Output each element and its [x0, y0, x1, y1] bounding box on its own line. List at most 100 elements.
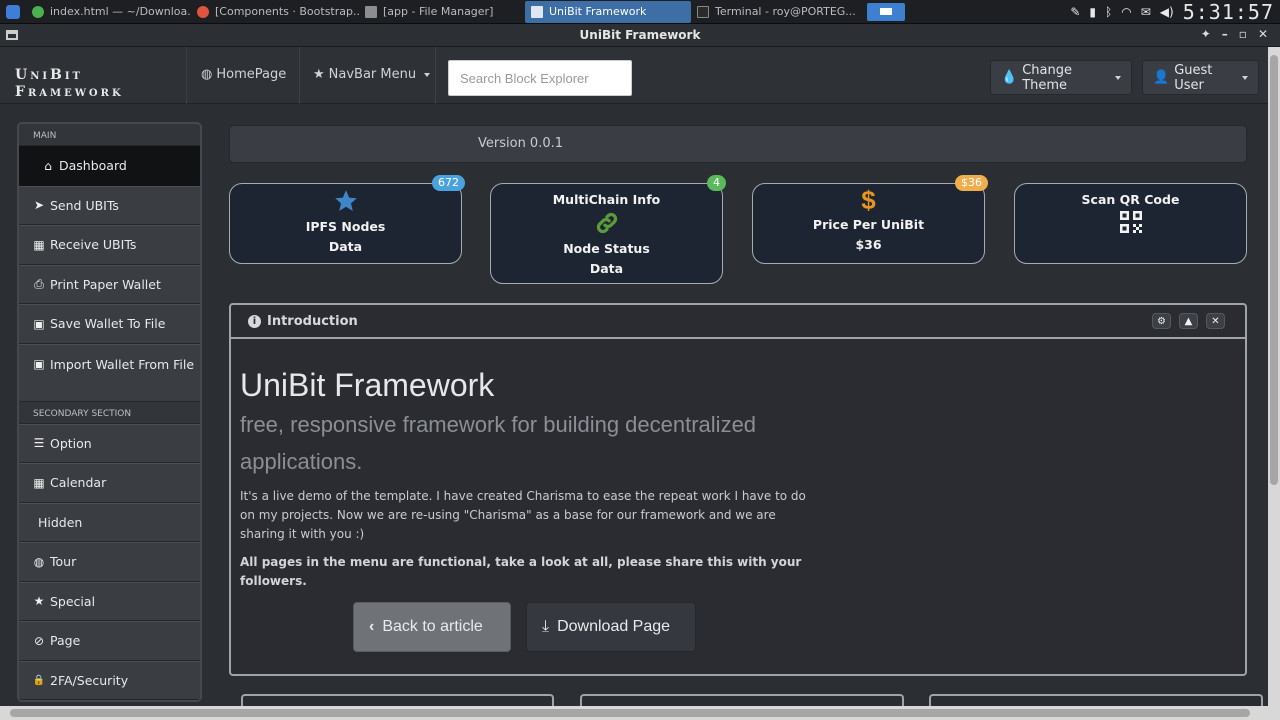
navbar-menu-dropdown[interactable]: ★ NavBar Menu [313, 67, 431, 82]
sidebar-item-receive-ubits[interactable]: ▦ Receive UBITs [19, 225, 200, 265]
distro-logo-icon [6, 4, 20, 19]
sidebar: MAIN ⌂ Dashboard ➤ Send UBITs ▦ Receive UBI… [17, 122, 202, 702]
horizontal-scrollbar[interactable] [0, 706, 1268, 720]
star-icon: ★ [313, 67, 325, 82]
user-icon: 👤 [1153, 70, 1170, 85]
settings-icon[interactable]: ⚙ [1152, 313, 1171, 329]
card-ipfs-nodes[interactable]: 672 IPFS Nodes Data [229, 175, 465, 264]
tint-icon: 💧 [1001, 70, 1018, 85]
sidebar-item-send-ubits[interactable]: ➤ Send UBITs [19, 185, 200, 225]
taskbar-task-terminal[interactable]: Terminal - roy@PORTEG... [691, 1, 861, 23]
card-price-per-unibit[interactable]: $36 $ Price Per UniBit $36 [752, 175, 988, 264]
terminal-icon [697, 5, 709, 18]
globe-icon: ◍ [33, 554, 45, 569]
back-to-article-button[interactable]: ‹ Back to article [353, 602, 511, 652]
close-icon[interactable]: ✕ [1206, 313, 1225, 329]
card-multichain-info[interactable]: 4 MultiChain Info Node Status Data [490, 175, 726, 284]
sidebar-item-dashboard[interactable]: ⌂ Dashboard [19, 146, 200, 186]
sidebar-header-secondary: SECONDARY SECTION [19, 401, 200, 424]
notes-icon[interactable]: ✎ [1070, 5, 1080, 19]
sidebar-header-main: MAIN [19, 124, 200, 146]
volume-icon[interactable]: ◀) [1160, 5, 1174, 19]
sidebar-item-tour[interactable]: ◍ Tour [19, 542, 200, 582]
bluetooth-icon[interactable]: ᛒ [1105, 5, 1112, 19]
window-menu-icon[interactable] [6, 30, 18, 40]
sidebar-item-2fa-security[interactable]: 🔒 2FA/Security [19, 660, 200, 700]
calendar-icon: ▦ [33, 475, 45, 490]
download-icon: ⤓ [542, 618, 550, 635]
caret-down-icon [424, 72, 431, 77]
clock[interactable]: 5:31:57 [1183, 0, 1274, 24]
scrollbar-thumb[interactable] [10, 709, 1250, 717]
wifi-icon[interactable]: ◠ [1121, 5, 1131, 19]
minimize-button[interactable]: – [1222, 27, 1228, 41]
globe-icon: ◍ [201, 67, 213, 82]
send-icon: ➤ [33, 198, 45, 213]
version-bar: Version 0.0.1 [229, 125, 1247, 163]
guest-user-button[interactable]: 👤 Guest User [1142, 60, 1259, 95]
download-page-button[interactable]: ⤓ Download Page [526, 602, 696, 652]
sidebar-item-hidden[interactable]: Hidden [19, 502, 200, 542]
star-icon: ★ [33, 594, 45, 609]
caret-down-icon [1115, 75, 1121, 80]
intro-bold-paragraph: All pages in the menu are functional, ta… [240, 555, 802, 588]
taskbar-task-unibit[interactable]: UniBit Framework [525, 0, 691, 23]
taskbar-task-editor[interactable]: index.html — ~/Downloa... [26, 1, 191, 23]
brand-logo[interactable]: UniBit Framework [15, 67, 124, 101]
taskbar-task-file-manager[interactable]: [app - File Manager] [359, 1, 525, 23]
qr-code-icon: ▦ [33, 237, 45, 252]
battery-icon[interactable]: ▮ [1089, 5, 1096, 19]
editor-icon [32, 5, 44, 18]
folder-icon [365, 5, 377, 18]
dollar-icon: $ [861, 185, 876, 215]
sidebar-item-option[interactable]: ☰ Option [19, 423, 200, 463]
divider [186, 47, 187, 104]
scrollbar-thumb[interactable] [1270, 55, 1278, 485]
sidebar-item-import-wallet[interactable]: ▣ Import Wallet From File [19, 343, 200, 402]
introduction-panel: i Introduction ⚙ ▲ ✕ UniBit Framework fr… [229, 303, 1247, 676]
system-tray: ✎ ▮ ᛒ ◠ ✉ ◀) 5:31:57 [1070, 0, 1280, 24]
vertical-scrollbar[interactable] [1268, 47, 1280, 720]
chevron-up-icon[interactable]: ▲ [1179, 313, 1198, 329]
close-button[interactable]: ✕ [1258, 27, 1268, 41]
home-icon: ⌂ [44, 158, 52, 173]
sidebar-item-special[interactable]: ★ Special [19, 581, 200, 621]
caret-down-icon [1242, 75, 1248, 80]
sidebar-item-page[interactable]: ⊘ Page [19, 621, 200, 661]
search-input[interactable] [448, 60, 632, 96]
link-icon [596, 212, 617, 234]
star-icon [334, 190, 357, 211]
maximize-button[interactable]: ▫ [1239, 27, 1247, 41]
sidebar-item-save-wallet[interactable]: ▣ Save Wallet To File [19, 304, 200, 344]
status-badge: 4 [707, 175, 726, 191]
taskbar-task-browser[interactable]: [Components · Bootstrap... [191, 1, 359, 23]
sidebar-item-calendar[interactable]: ▦ Calendar [19, 463, 200, 503]
window-title: UniBit Framework [579, 28, 701, 42]
intro-paragraph: It's a live demo of the template. I have… [240, 489, 806, 541]
info-icon: i [248, 314, 261, 328]
card-scan-qr-code[interactable]: Scan QR Code [1014, 183, 1247, 264]
intro-heading: UniBit Framework [240, 367, 495, 403]
change-theme-button[interactable]: 💧 Change Theme [990, 60, 1132, 95]
list-icon: ☰ [33, 436, 45, 451]
window-icon [531, 5, 543, 18]
intro-subheading: free, responsive framework for building … [240, 412, 757, 474]
panel-header: i Introduction [231, 305, 1245, 339]
mail-icon[interactable]: ✉ [1141, 5, 1151, 19]
app-navbar: UniBit Framework ◍ HomePage ★ NavBar Menu … [0, 47, 1268, 104]
chevron-left-icon: ‹ [369, 618, 375, 635]
divider [435, 47, 436, 104]
lock-icon: 🔒 [32, 674, 46, 686]
show-desktop-button[interactable] [867, 2, 905, 21]
status-badge: 672 [432, 175, 465, 191]
save-icon: ▣ [33, 316, 45, 331]
browser-icon [197, 5, 209, 18]
panel-title: Introduction [267, 313, 358, 329]
keep-above-button[interactable]: ✦ [1201, 27, 1211, 41]
panel-controls: ⚙ ▲ ✕ [1152, 313, 1225, 329]
start-menu-button[interactable] [0, 0, 26, 24]
homepage-link[interactable]: ◍ HomePage [201, 67, 286, 82]
ban-icon: ⊘ [33, 633, 45, 648]
window-title-bar: UniBit Framework ✦ – ▫ ✕ [0, 24, 1280, 47]
sidebar-item-print-paper-wallet[interactable]: ⎙ Print Paper Wallet [19, 264, 200, 304]
